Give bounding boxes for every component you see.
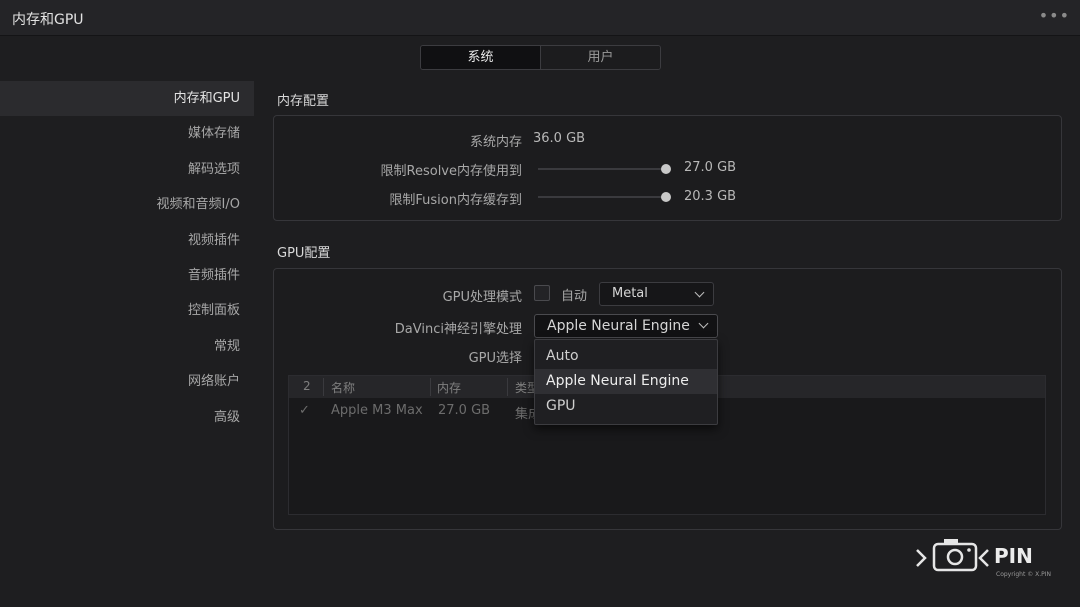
resolve-memory-slider[interactable]: [538, 168, 666, 170]
sidebar-item-video-audio-io[interactable]: 视频和音频I/O: [0, 187, 254, 222]
title-bar: 内存和GPU •••: [0, 0, 1080, 36]
column-divider: [430, 378, 431, 396]
system-memory-label: 系统内存: [469, 135, 522, 150]
dropdown-option-apple-neural-engine[interactable]: Apple Neural Engine: [535, 369, 717, 394]
sidebar-item-media-storage[interactable]: 媒体存储: [0, 116, 254, 151]
neural-engine-select[interactable]: Apple Neural Engine: [534, 314, 718, 338]
sidebar-item-audio-plugins[interactable]: 音频插件: [0, 258, 254, 293]
fusion-memory-slider-handle[interactable]: [661, 192, 671, 202]
gpu-mode-value: Metal: [612, 286, 648, 301]
settings-sidebar: 内存和GPU 媒体存储 解码选项 视频和音频I/O 视频插件 音频插件 控制面板…: [0, 81, 254, 435]
column-divider: [507, 378, 508, 396]
column-header-name[interactable]: 名称: [331, 379, 355, 396]
settings-scope-tabs: 系统 用户: [420, 45, 661, 70]
tab-user[interactable]: 用户: [541, 46, 660, 69]
watermark-text: PIN: [994, 544, 1033, 568]
gpu-processing-mode-label: GPU处理模式: [442, 290, 522, 305]
gpu-auto-checkbox[interactable]: [534, 285, 550, 301]
sidebar-item-decode-options[interactable]: 解码选项: [0, 152, 254, 187]
column-header-count: 2: [303, 379, 311, 393]
system-memory-value: 36.0 GB: [533, 131, 586, 146]
memory-section-title: 内存配置: [277, 94, 330, 109]
sidebar-item-advanced[interactable]: 高级: [0, 400, 254, 435]
dropdown-option-gpu[interactable]: GPU: [535, 394, 717, 419]
gpu-memory-cell: 27.0 GB: [438, 403, 491, 418]
fusion-memory-limit-label: 限制Fusion内存缓存到: [389, 193, 522, 208]
gpu-mode-select[interactable]: Metal: [599, 282, 714, 306]
resolve-memory-limit-label: 限制Resolve内存使用到: [380, 164, 522, 179]
gpu-name-cell: Apple M3 Max: [331, 403, 423, 418]
gpu-selection-label: GPU选择: [468, 351, 522, 366]
sidebar-item-internet-accounts[interactable]: 网络账户: [0, 364, 254, 399]
neural-engine-value: Apple Neural Engine: [547, 318, 690, 334]
column-divider: [323, 378, 324, 396]
chevron-down-icon: [698, 318, 709, 329]
tab-system[interactable]: 系统: [421, 46, 541, 69]
column-header-memory[interactable]: 内存: [437, 379, 461, 396]
dropdown-option-auto[interactable]: Auto: [535, 344, 717, 369]
sidebar-item-video-plugins[interactable]: 视频插件: [0, 223, 254, 258]
watermark-caption: Copyright © X.PIN: [996, 571, 1052, 578]
gpu-section-title: GPU配置: [277, 246, 331, 261]
sidebar-item-control-panels[interactable]: 控制面板: [0, 293, 254, 328]
chevron-down-icon: [694, 287, 705, 298]
neural-engine-label: DaVinci神经引擎处理: [394, 322, 522, 337]
resolve-memory-slider-handle[interactable]: [661, 164, 671, 174]
watermark-logo: PIN Copyright © X.PIN: [914, 536, 1054, 582]
gpu-auto-label: 自动: [561, 289, 588, 304]
gpu-selected-check-icon[interactable]: ✓: [299, 403, 310, 418]
more-options-icon[interactable]: •••: [1039, 6, 1070, 25]
sidebar-item-memory-gpu[interactable]: 内存和GPU: [0, 81, 254, 117]
window-title: 内存和GPU: [12, 12, 84, 28]
sidebar-item-general[interactable]: 常规: [0, 329, 254, 364]
resolve-memory-limit-value: 27.0 GB: [684, 160, 737, 175]
fusion-memory-limit-value: 20.3 GB: [684, 189, 737, 204]
fusion-memory-slider[interactable]: [538, 196, 666, 198]
neural-engine-dropdown-menu: Auto Apple Neural Engine GPU: [534, 339, 718, 425]
